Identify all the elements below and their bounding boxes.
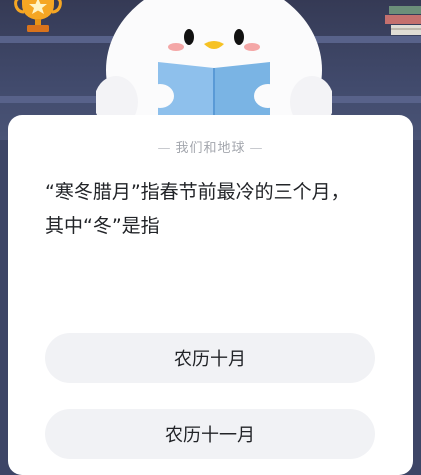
answer-option-2[interactable]: 农历十一月 <box>45 409 375 459</box>
decor-dash: — <box>249 141 264 156</box>
quiz-category: — 我们和地球 — <box>0 137 421 156</box>
answer-option-label: 农历十月 <box>174 349 246 370</box>
trophy-icon <box>14 0 62 32</box>
books-icon <box>385 6 421 35</box>
answer-option-label: 农历十一月 <box>165 425 255 446</box>
quiz-category-label: 我们和地球 <box>175 141 246 156</box>
decor-dash: — <box>157 141 172 156</box>
answer-option-1[interactable]: 农历十月 <box>45 333 375 383</box>
quiz-question: “寒冬腊月”指春节前最冷的三个月，其中“冬”是指 <box>45 181 350 237</box>
